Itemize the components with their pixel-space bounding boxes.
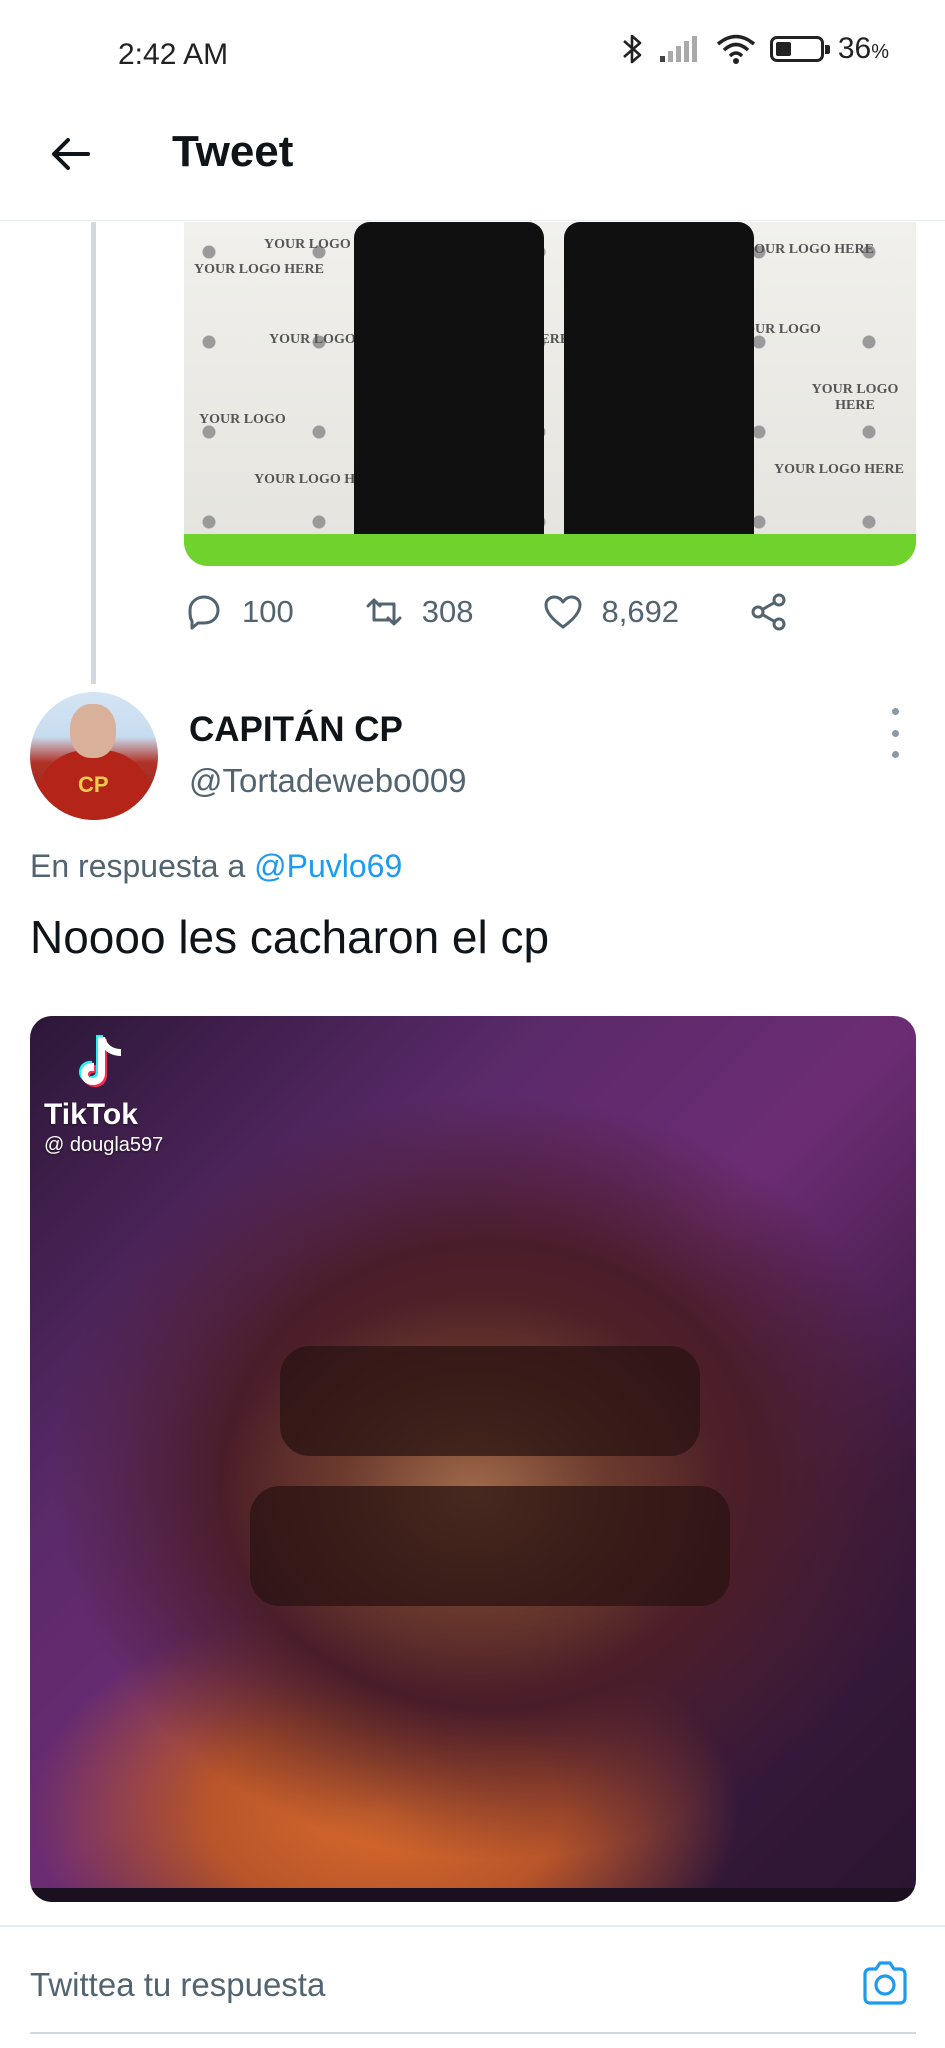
tiktok-username: @ dougla597 bbox=[44, 1134, 164, 1156]
video-progress-strip bbox=[30, 1888, 916, 1902]
reply-context: En respuesta a @Puvlo69 bbox=[30, 848, 402, 885]
wifi-icon bbox=[716, 34, 755, 64]
more-dot bbox=[891, 708, 899, 715]
top-app-bar bbox=[0, 110, 945, 221]
reply-prefix: En respuesta a bbox=[30, 848, 246, 884]
reply-compose-input[interactable]: Twittea tu respuesta bbox=[30, 1966, 325, 2004]
camera-button[interactable] bbox=[860, 1958, 910, 2008]
more-dot bbox=[891, 751, 899, 758]
page-title: Tweet bbox=[172, 127, 294, 176]
bluetooth-icon bbox=[622, 34, 642, 64]
retweet-icon bbox=[366, 598, 402, 626]
share-button[interactable] bbox=[749, 592, 789, 632]
user-handle[interactable]: @Tortadewebo009 bbox=[189, 762, 467, 800]
display-name[interactable]: CAPITÁN CP bbox=[189, 710, 403, 750]
status-icons: 36% bbox=[620, 32, 889, 66]
retweet-button[interactable]: 308 bbox=[364, 592, 474, 632]
more-options-button[interactable] bbox=[880, 708, 910, 758]
battery-percent: 36% bbox=[837, 32, 889, 65]
arrow-left-icon bbox=[52, 138, 90, 170]
battery-icon bbox=[769, 36, 830, 62]
blurred-shape bbox=[250, 1486, 730, 1606]
status-time: 2:42 AM bbox=[118, 38, 229, 71]
backdrop-logo-text: YOUR LOGO HERE bbox=[194, 262, 324, 277]
heart-icon bbox=[544, 595, 582, 629]
signal-icon bbox=[659, 36, 697, 62]
tweet-actions: 100 308 8,692 bbox=[184, 582, 859, 642]
reply-count: 100 bbox=[242, 594, 294, 629]
blurred-shape bbox=[280, 1346, 700, 1456]
green-floor bbox=[184, 534, 916, 566]
tiktok-watermark: TikTok @ dougla597 bbox=[44, 1030, 204, 1157]
person-right bbox=[564, 222, 754, 566]
backdrop-logo-text: YOUR LOGO bbox=[199, 412, 286, 427]
more-dot bbox=[891, 729, 899, 737]
reply-button[interactable]: 100 bbox=[184, 592, 294, 632]
back-button[interactable] bbox=[40, 124, 100, 184]
compose-underline bbox=[30, 2032, 916, 2034]
backdrop-logo-text: YOUR LOGO HERE bbox=[744, 242, 874, 257]
tweet-video[interactable]: TikTok @ dougla597 bbox=[30, 1016, 916, 1902]
like-button[interactable]: 8,692 bbox=[543, 592, 679, 632]
backdrop-logo-text: YOUR LOGO HERE bbox=[811, 382, 899, 413]
avatar-head bbox=[70, 704, 116, 758]
backdrop-logo-text: YOUR LOGO HERE bbox=[774, 462, 904, 477]
reply-icon bbox=[188, 595, 220, 630]
battery-fill bbox=[775, 42, 791, 56]
tiktok-logo-icon bbox=[70, 1030, 136, 1096]
tweet-text: Noooo les cacharon el cp bbox=[30, 911, 550, 963]
avatar[interactable]: CP bbox=[30, 692, 158, 820]
like-count: 8,692 bbox=[601, 594, 680, 629]
camera-icon bbox=[863, 1961, 907, 2005]
backdrop-logo-text: YOUR LOGO bbox=[264, 237, 351, 252]
thread-connector-line bbox=[91, 222, 96, 684]
person-left bbox=[354, 222, 544, 566]
share-icon bbox=[751, 593, 786, 631]
previous-tweet-image[interactable]: YOUR LOGO HERE YOUR LOGO YOUR LOGO HERE … bbox=[184, 222, 916, 566]
status-bar: 2:42 AM 36% bbox=[0, 0, 945, 110]
retweet-count: 308 bbox=[421, 594, 474, 629]
compose-divider bbox=[0, 1925, 945, 1927]
reply-to-link[interactable]: @Puvlo69 bbox=[254, 848, 402, 884]
tiktok-brand: TikTok bbox=[44, 1098, 138, 1131]
avatar-shirt-text: CP bbox=[78, 772, 109, 797]
